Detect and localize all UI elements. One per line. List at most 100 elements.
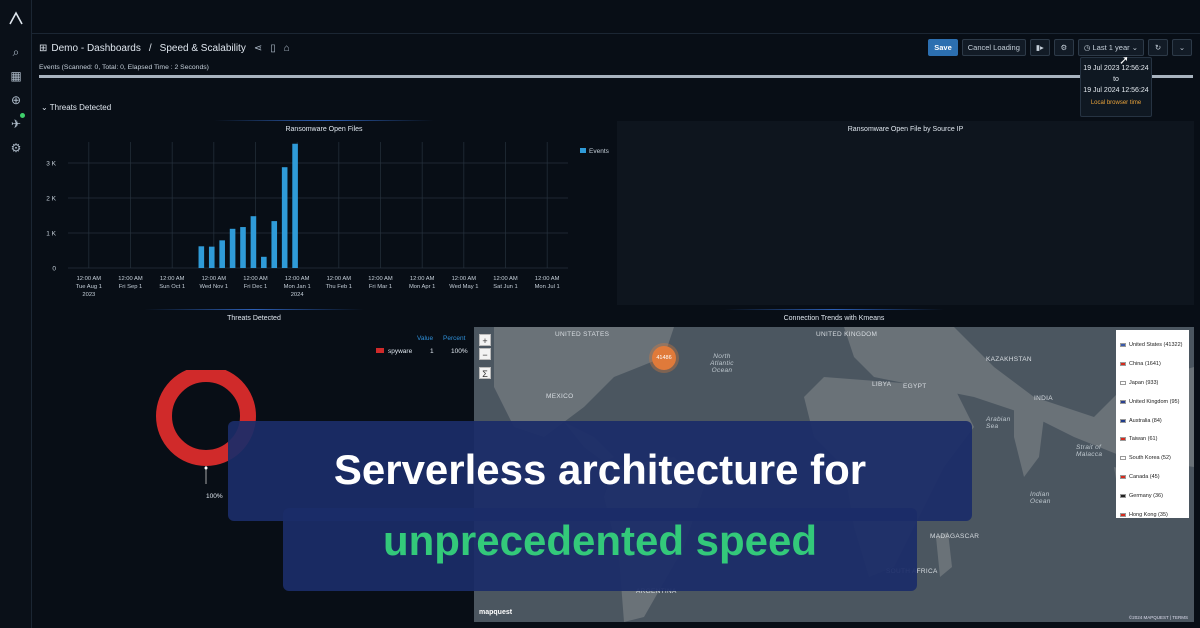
map-label-malacca: Strait of Malacca (1076, 444, 1103, 458)
country-legend-item[interactable]: United States (41322) (1120, 336, 1185, 355)
section-header[interactable]: ⌄ Threats Detected (41, 103, 111, 112)
collapse-chevron-icon[interactable]: ⌄ (41, 103, 48, 112)
legend-value: 1 (430, 348, 434, 355)
flag-icon (1120, 493, 1126, 498)
legend-header-value: Value (417, 335, 434, 342)
x-tick-label: 12:00 AM (493, 276, 518, 282)
loading-progress-fill (39, 75, 1193, 78)
country-legend: United States (41322) China (1641) Japan (… (1116, 330, 1189, 518)
chart-bar (261, 256, 267, 268)
map-cluster-marker[interactable]: 41486 (652, 346, 676, 370)
y-tick-label: 0 (52, 266, 56, 273)
loading-progress-bar (39, 75, 1193, 78)
country-legend-item[interactable]: Germany (36) (1120, 486, 1185, 505)
flag-icon (1120, 437, 1126, 442)
section-title: Threats Detected (49, 103, 112, 112)
target-icon[interactable]: ⊕ (8, 92, 24, 108)
chart-bar (219, 240, 225, 268)
map-label-mexico: MEXICO (546, 393, 574, 400)
y-tick-label: 2 K (46, 196, 56, 203)
legend-label[interactable]: spyware (388, 348, 412, 355)
breadcrumb-separator: / (148, 42, 152, 54)
dashboards-icon[interactable]: ▦ (8, 68, 24, 84)
map-label-kazakhstan: KAZAKHSTAN (986, 356, 1032, 363)
map-label-atlantic: North Atlantic Ocean (710, 353, 734, 374)
chart-bar (250, 216, 257, 268)
country-legend-item[interactable]: Japan (933) (1120, 374, 1185, 393)
legend-header-percent: Percent (443, 335, 466, 342)
timezone-label: Local browser time (1090, 100, 1142, 106)
country-legend-label: Hong Kong (35) (1129, 511, 1168, 518)
add-panel-icon[interactable]: ▮▸ (1029, 38, 1050, 56)
save-button[interactable]: Save (928, 38, 958, 56)
zoom-out-button[interactable]: − (479, 348, 491, 360)
chevron-down-icon[interactable]: ⌄ (1172, 38, 1192, 56)
time-range-popover: 19 Jul 2023 12:56:24 to 19 Jul 2024 12:5… (1080, 57, 1152, 117)
x-tick-label: Fri Mar 1 (369, 284, 392, 290)
map-label-united-states: UNITED STATES (555, 331, 610, 338)
country-legend-item[interactable]: Canada (45) (1120, 468, 1185, 487)
x-tick-label: 12:00 AM (327, 276, 352, 282)
x-tick-label: 12:00 AM (160, 276, 185, 282)
dashboard-app: ⌕ ▦ ⊕ ✈ ⚙ ⊞ Demo - Dashboards / Speed & … (0, 0, 1200, 628)
country-legend-item[interactable]: China (1641) (1120, 355, 1185, 374)
settings-icon[interactable]: ⚙ (8, 140, 24, 156)
refresh-icon[interactable]: ↻ (1148, 38, 1168, 56)
x-tick-label: 12:00 AM (410, 276, 435, 282)
country-legend-label: Taiwan (61) (1129, 436, 1158, 443)
panel-accent-line (214, 120, 434, 121)
country-legend-label: Japan (933) (1129, 379, 1159, 386)
top-divider (32, 33, 1200, 34)
country-legend-item[interactable]: Hong Kong (35) (1120, 505, 1185, 524)
ransomware-bar-chart: 0 1 K 2 K 3 K 12:00 AM Tue Aug 1 2023 12:00 AM F… (46, 142, 610, 298)
headline-line-1: Serverless architecture for (333, 446, 867, 493)
time-range-picker[interactable]: ◷ Last 1 year ⌄ (1077, 38, 1144, 56)
panel-title-ransomware-ip: Ransomware Open File by Source IP (617, 126, 1194, 133)
sum-icon[interactable]: Σ (479, 367, 491, 379)
search-icon[interactable]: ⌕ (8, 44, 24, 60)
map-attribution[interactable]: ©2024 MAPQUEST | TERMS (1129, 615, 1188, 620)
app-logo-icon[interactable] (8, 10, 24, 26)
toolbar: Save Cancel Loading ▮▸ ⚙ ◷ Last 1 year ⌄… (928, 38, 1192, 56)
events-status: Events (Scanned: 0, Total: 0, Elapsed Ti… (39, 64, 209, 71)
chart-bar (208, 246, 215, 268)
bookmark-icon[interactable]: ▯ (270, 43, 276, 54)
time-to-word: to (1113, 76, 1119, 83)
gear-icon[interactable]: ⚙ (1053, 38, 1074, 56)
cancel-loading-button[interactable]: Cancel Loading (961, 38, 1026, 56)
x-tick-label: Mon Apr 1 (409, 284, 435, 290)
x-tick-label: 12:00 AM (118, 276, 143, 282)
x-tick-label: Sat Jun 1 (493, 284, 518, 290)
home-icon[interactable]: ⌂ (284, 43, 290, 54)
panel-title-text: Connection Trends with Kmeans (783, 315, 885, 322)
flag-icon (1120, 512, 1126, 517)
page-title: Speed & Scalability (159, 42, 246, 54)
country-legend-label: Canada (45) (1129, 473, 1160, 480)
country-legend-label: United States (41322) (1129, 342, 1183, 349)
breadcrumb-root[interactable]: Demo - Dashboards (51, 43, 140, 54)
alerts-icon[interactable]: ✈ (8, 116, 24, 132)
status-dot (20, 113, 25, 118)
panel-accent-line (144, 309, 364, 310)
share-icon[interactable]: ⋖ (254, 43, 262, 54)
country-legend-item[interactable]: United Kingdom (95) (1120, 392, 1185, 411)
y-tick-label: 3 K (46, 161, 56, 168)
flag-icon (1120, 418, 1126, 423)
panel-title-threats: Threats Detected (38, 309, 470, 322)
y-tick-label: 1 K (46, 231, 56, 238)
country-legend-label: Germany (36) (1129, 492, 1163, 499)
map-label-uk: UNITED KINGDOM (816, 331, 878, 338)
x-tick-label: 12:00 AM (452, 276, 477, 282)
flag-icon (1120, 362, 1126, 367)
country-legend-item[interactable]: Australia (84) (1120, 411, 1185, 430)
panel-title-text: Ransomware Open Files (285, 126, 363, 133)
x-tick-label: Fri Sep 1 (119, 284, 143, 290)
map-label-libya: LIBYA (872, 381, 892, 388)
legend-swatch (376, 348, 384, 353)
zoom-in-button[interactable]: + (479, 334, 491, 346)
country-legend-item[interactable]: South Korea (52) (1120, 449, 1185, 468)
country-legend-item[interactable]: Taiwan (61) (1120, 430, 1185, 449)
time-to: 19 Jul 2024 12:56:24 (1083, 87, 1149, 94)
left-nav-rail: ⌕ ▦ ⊕ ✈ ⚙ (0, 0, 32, 628)
map-label-arabian-sea: Arabian Sea (986, 416, 1011, 430)
